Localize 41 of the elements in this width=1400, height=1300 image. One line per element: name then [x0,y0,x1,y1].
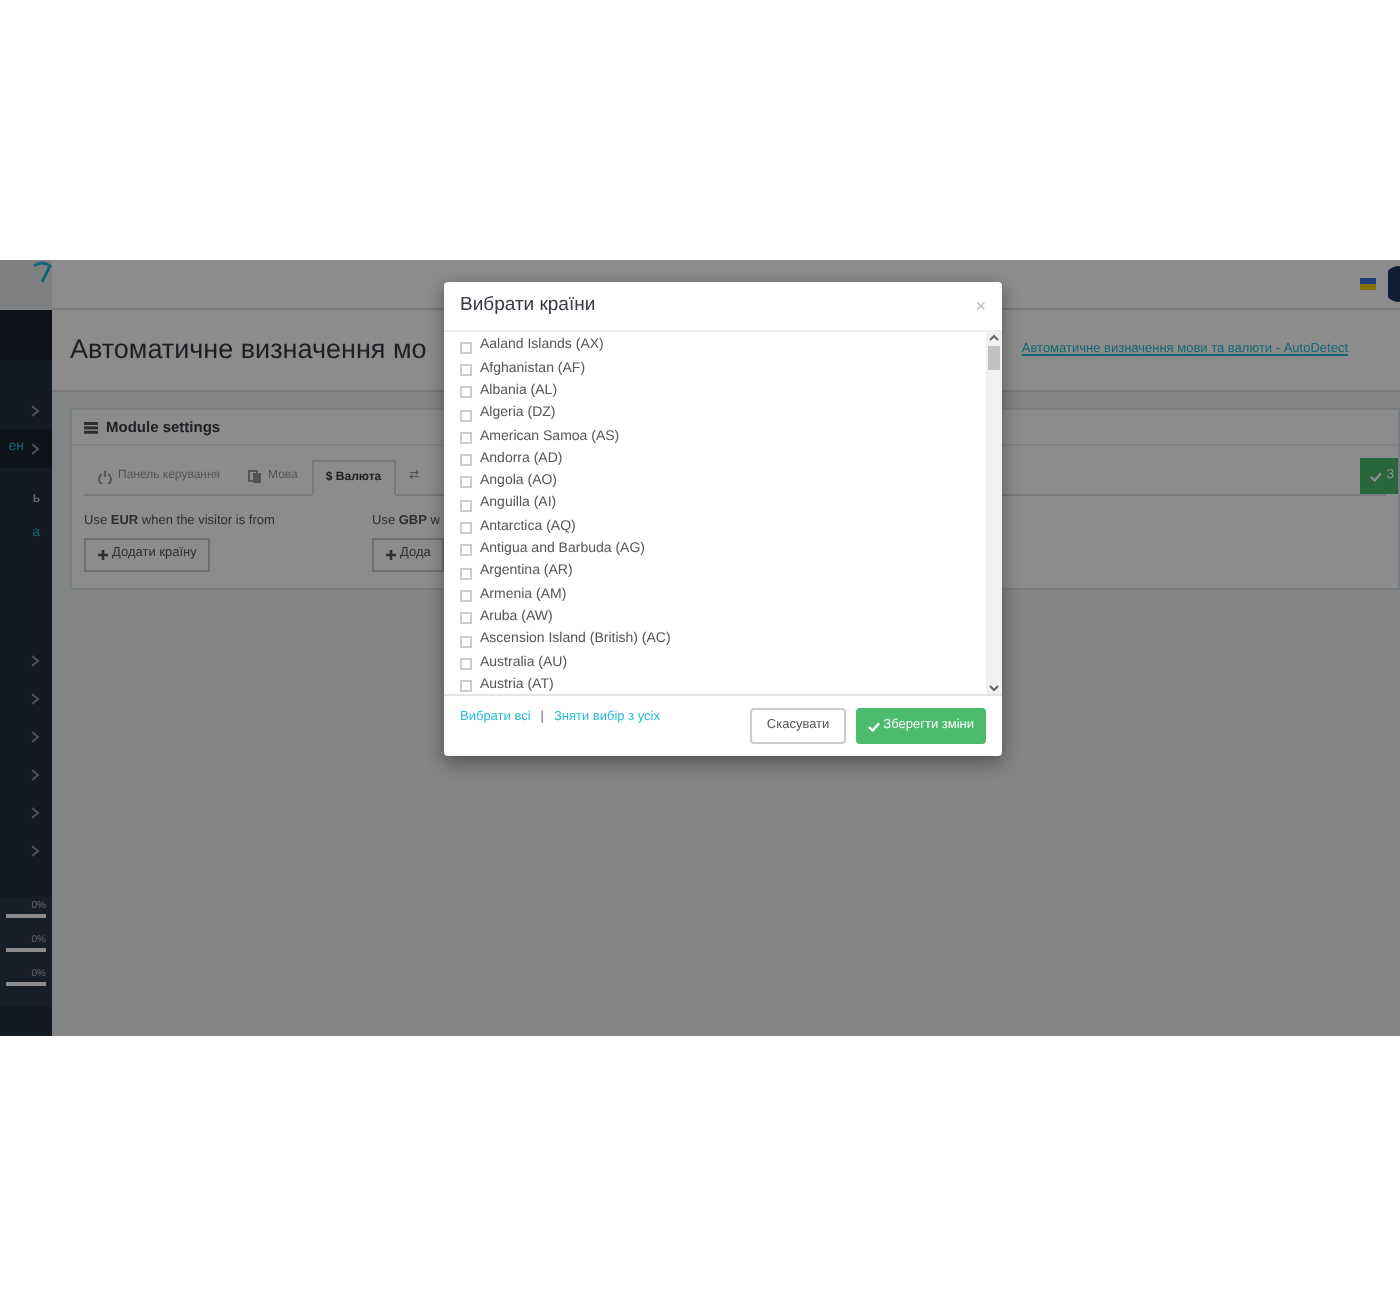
modal-title: Вибрати країни [460,291,596,320]
flag-icon [1360,278,1376,290]
avatar-icon [1388,266,1400,302]
chevron-icon [30,730,40,744]
checkbox[interactable] [460,431,472,444]
chevron-icon [30,806,40,820]
logo-icon [32,260,52,284]
page-title: Автоматичне визначення мо [70,331,427,368]
checkbox[interactable] [460,680,472,693]
checkbox[interactable] [460,589,472,602]
checkbox[interactable] [460,386,472,399]
checkbox[interactable] [460,635,472,647]
chevron-icon [30,654,40,668]
checkbox[interactable] [460,476,472,489]
checkbox[interactable] [460,522,472,535]
scroll-down-icon [988,682,1000,694]
scrollbar-track[interactable] [986,332,1002,694]
plus-icon [386,549,396,560]
check-icon [1370,471,1383,481]
list-icon [84,421,98,433]
chevron-icon [30,768,40,782]
sidebar-header [0,310,52,360]
checkbox[interactable] [460,657,472,670]
checkbox[interactable] [460,567,472,580]
power-icon [98,470,112,484]
checkbox[interactable] [460,454,472,467]
check-icon [867,721,880,731]
checkbox[interactable] [460,363,472,376]
scrollbar-thumb[interactable] [988,346,1000,370]
chevron-icon [30,404,40,418]
scroll-up-icon [988,332,1000,344]
checkbox[interactable] [460,612,472,625]
checkbox[interactable] [460,544,472,557]
plus-icon [98,549,108,560]
chevron-icon [30,442,40,456]
checkbox[interactable] [460,341,472,354]
checkbox[interactable] [460,409,472,422]
chevron-icon [30,692,40,706]
checkbox[interactable] [460,499,472,512]
copy-icon [248,470,263,484]
chevron-icon [30,844,40,858]
